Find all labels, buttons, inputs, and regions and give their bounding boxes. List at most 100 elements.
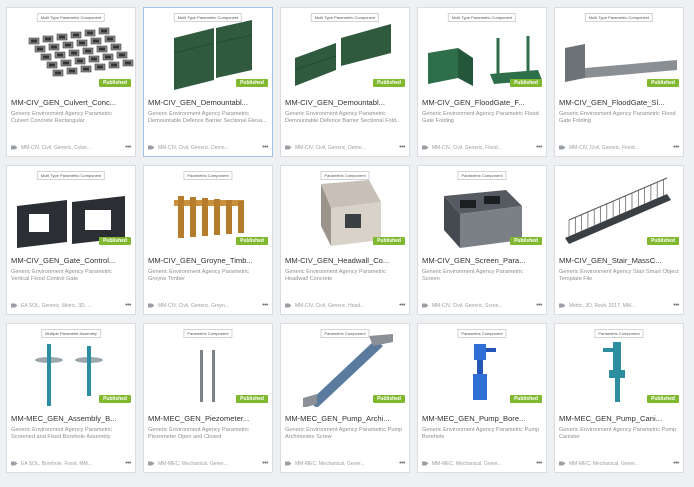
tag-icon: [11, 461, 18, 466]
component-thumbnail[interactable]: Multi Type Parametric Component Publishe…: [7, 8, 135, 91]
card-title[interactable]: MM-CIV_GEN_Gate_Control...: [7, 249, 135, 265]
component-card[interactable]: Parametric Component Published MM-MEC_GE…: [280, 323, 410, 473]
component-thumbnail[interactable]: Multi Type Parametric Component Publishe…: [144, 8, 272, 91]
published-badge: Published: [647, 395, 679, 403]
more-options-icon[interactable]: •••: [536, 302, 542, 309]
card-description: Generic Environment Agency Parametric De…: [148, 111, 267, 124]
component-card[interactable]: Parametric Component Published MM-CIV_GE…: [417, 165, 547, 315]
card-title[interactable]: MM-MEC_GEN_Pump_Archi...: [281, 407, 409, 423]
more-options-icon[interactable]: •••: [125, 460, 131, 467]
more-options-icon[interactable]: •••: [262, 144, 268, 151]
thumbnail-caption: Multi Type Parametric Component: [584, 13, 654, 22]
card-tags: MM-MEC, Mechanical, Gener...: [295, 460, 365, 467]
card-tags: MM-CIV, Civil, Generic, Flood...: [432, 144, 502, 151]
component-card[interactable]: Parametric Component Published MM-MEC_GE…: [417, 323, 547, 473]
tag-icon: [285, 145, 292, 150]
component-card[interactable]: Multi Type Parametric Component Publishe…: [6, 165, 136, 315]
card-title[interactable]: MM-MEC_GEN_Assembly_B...: [7, 407, 135, 423]
tag-icon: [559, 461, 566, 466]
more-options-icon[interactable]: •••: [673, 460, 679, 467]
component-thumbnail[interactable]: Published: [555, 166, 683, 249]
published-badge: Published: [373, 79, 405, 87]
card-description: Generic Environment Agency Parametric Sc…: [11, 427, 113, 440]
thumbnail-caption: Parametric Component: [320, 171, 370, 180]
card-footer: MM-CIV, Civil, Generic, Scree... •••: [422, 302, 542, 309]
component-thumbnail[interactable]: Parametric Component Published: [281, 166, 409, 249]
card-footer: MM-MEC, Mechanical, Gener... •••: [285, 460, 405, 467]
component-thumbnail[interactable]: Parametric Component Published: [555, 324, 683, 407]
card-title[interactable]: MM-CIV_GEN_Headwall_Co...: [281, 249, 409, 265]
tag-icon: [11, 303, 18, 308]
component-card[interactable]: Parametric Component Published MM-MEC_GE…: [143, 323, 273, 473]
card-tags: MM-MEC, Mechanical, Gener...: [432, 460, 502, 467]
component-thumbnail[interactable]: Multi Type Parametric Component Publishe…: [7, 166, 135, 249]
more-options-icon[interactable]: •••: [125, 302, 131, 309]
more-options-icon[interactable]: •••: [536, 144, 542, 151]
component-thumbnail[interactable]: Multiple Parameter Assembly Published: [7, 324, 135, 407]
card-tags: MM-CIV, Civil, Generic, Flood...: [569, 144, 639, 151]
card-title[interactable]: MM-CIV_GEN_FloodGate_F...: [418, 91, 546, 107]
tag-icon: [148, 303, 155, 308]
card-title[interactable]: MM-CIV_GEN_Groyne_Timb...: [144, 249, 272, 265]
thumbnail-caption: Multi Type Parametric Component: [447, 13, 517, 22]
component-card[interactable]: Parametric Component Published MM-CIV_GE…: [280, 165, 410, 315]
card-title[interactable]: MM-MEC_GEN_Piezometer...: [144, 407, 272, 423]
card-footer: MM-MEC, Mechanical, Gener... •••: [559, 460, 679, 467]
card-description: Generic Environment Agency Parametric Ve…: [11, 269, 113, 282]
more-options-icon[interactable]: •••: [673, 144, 679, 151]
card-title[interactable]: MM-CIV_GEN_Demountabl...: [144, 91, 272, 107]
more-options-icon[interactable]: •••: [399, 460, 405, 467]
card-title[interactable]: MM-MEC_GEN_Pump_Cani...: [555, 407, 683, 423]
card-title[interactable]: MM-CIV_GEN_Stair_MassC...: [555, 249, 683, 265]
card-footer: MM-CIV, Civil, Generic, Demo... •••: [285, 144, 405, 151]
published-badge: Published: [373, 237, 405, 245]
component-card[interactable]: Parametric Component Published MM-MEC_GE…: [554, 323, 684, 473]
component-card[interactable]: Multi Type Parametric Component Publishe…: [143, 7, 273, 157]
card-footer: MM-CIV, Civil, Generic, Culve... •••: [11, 144, 131, 151]
card-title[interactable]: MM-CIV_GEN_Demountabl...: [281, 91, 409, 107]
component-thumbnail[interactable]: Parametric Component Published: [144, 166, 272, 249]
published-badge: Published: [236, 237, 268, 245]
component-thumbnail[interactable]: Multi Type Parametric Component Publishe…: [281, 8, 409, 91]
thumbnail-caption: Multi Type Parametric Component: [173, 13, 243, 22]
thumbnail-caption: Multiple Parameter Assembly: [41, 329, 101, 338]
component-grid: Multi Type Parametric Component Publishe…: [6, 7, 688, 473]
more-options-icon[interactable]: •••: [673, 302, 679, 309]
card-title[interactable]: MM-CIV_GEN_Culvert_Conc...: [7, 91, 135, 107]
card-footer: EA SOL, Generic, Metric, 3D, ... •••: [11, 302, 131, 309]
component-card[interactable]: Multi Type Parametric Component Publishe…: [417, 7, 547, 157]
component-card[interactable]: Parametric Component Published MM-CIV_GE…: [143, 165, 273, 315]
component-card[interactable]: Multi Type Parametric Component Publishe…: [6, 7, 136, 157]
component-thumbnail[interactable]: Multi Type Parametric Component Publishe…: [555, 8, 683, 91]
component-card[interactable]: Multi Type Parametric Component Publishe…: [280, 7, 410, 157]
component-thumbnail[interactable]: Parametric Component Published: [418, 166, 546, 249]
component-card[interactable]: Multiple Parameter Assembly Published MM…: [6, 323, 136, 473]
more-options-icon[interactable]: •••: [262, 460, 268, 467]
component-card[interactable]: Published MM-CIV_GEN_Stair_MassC... Gene…: [554, 165, 684, 315]
more-options-icon[interactable]: •••: [399, 144, 405, 151]
tag-icon: [285, 303, 292, 308]
component-thumbnail[interactable]: Multi Type Parametric Component Publishe…: [418, 8, 546, 91]
more-options-icon[interactable]: •••: [125, 144, 131, 151]
card-description: Generic Environment Agency Parametric Gr…: [148, 269, 250, 282]
thumbnail-caption: Parametric Component: [183, 171, 233, 180]
card-footer: MM-CIV, Civil, Generic, Groyn... •••: [148, 302, 268, 309]
component-thumbnail[interactable]: Parametric Component Published: [281, 324, 409, 408]
card-tags: EA SOL, Borehole, Fixed, MM...: [21, 460, 92, 467]
component-thumbnail[interactable]: Parametric Component Published: [418, 324, 546, 407]
more-options-icon[interactable]: •••: [262, 302, 268, 309]
more-options-icon[interactable]: •••: [536, 460, 542, 467]
component-card[interactable]: Multi Type Parametric Component Publishe…: [554, 7, 684, 157]
more-options-icon[interactable]: •••: [399, 302, 405, 309]
thumbnail-caption: Parametric Component: [594, 329, 644, 338]
card-title[interactable]: MM-CIV_GEN_Screen_Para...: [418, 249, 546, 265]
card-description: Generic Environment Agency Parametric Pu…: [422, 427, 540, 440]
card-tags: MM-CIV, Civil, Generic, Head...: [295, 302, 365, 309]
component-thumbnail[interactable]: Parametric Component Published: [144, 324, 272, 407]
card-tags: Metric, 3D, Revit, 2017, MM...: [569, 302, 636, 309]
published-badge: Published: [510, 395, 542, 403]
card-title[interactable]: MM-CIV_GEN_FloodGate_Sl...: [555, 91, 683, 107]
published-badge: Published: [236, 395, 268, 403]
tag-icon: [148, 145, 155, 150]
card-title[interactable]: MM-MEC_GEN_Pump_Bore...: [418, 407, 546, 423]
